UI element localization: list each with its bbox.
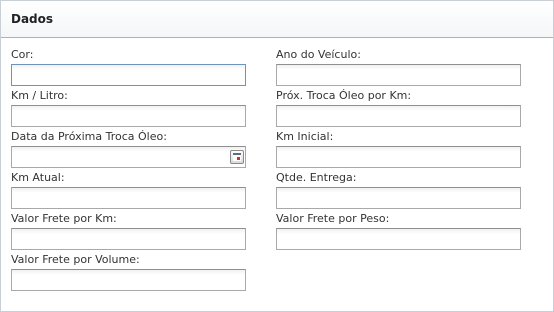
data-prox-troca-oleo-input[interactable] <box>11 146 246 168</box>
ano-veiculo-label: Ano do Veículo: <box>276 48 361 61</box>
valor-frete-peso-input[interactable] <box>276 228 521 250</box>
valor-frete-volume-label: Valor Frete por Volume: <box>11 253 140 266</box>
km-litro-input[interactable] <box>11 105 246 127</box>
panel-header: Dados <box>1 1 553 38</box>
qtde-entrega-label: Qtde. Entrega: <box>276 171 357 184</box>
panel-title: Dados <box>11 12 54 26</box>
qtde-entrega-input[interactable] <box>276 187 521 209</box>
prox-troca-oleo-km-input[interactable] <box>276 105 521 127</box>
km-inicial-label: Km Inicial: <box>276 130 334 143</box>
dados-panel: Dados Cor: Km / Litro: Data da Próxima T… <box>0 0 554 312</box>
km-litro-label: Km / Litro: <box>11 89 68 102</box>
prox-troca-oleo-km-label: Próx. Troca Óleo por Km: <box>276 89 412 102</box>
km-inicial-input[interactable] <box>276 146 521 168</box>
ano-veiculo-input[interactable] <box>276 64 521 86</box>
data-prox-troca-oleo-label: Data da Próxima Troca Óleo: <box>11 130 167 143</box>
calendar-icon[interactable] <box>230 150 244 164</box>
cor-input[interactable] <box>11 64 246 86</box>
km-atual-input[interactable] <box>11 187 246 209</box>
km-atual-label: Km Atual: <box>11 171 65 184</box>
cor-label: Cor: <box>11 48 34 61</box>
valor-frete-km-input[interactable] <box>11 228 246 250</box>
valor-frete-km-label: Valor Frete por Km: <box>11 212 117 225</box>
valor-frete-peso-label: Valor Frete por Peso: <box>276 212 390 225</box>
valor-frete-volume-input[interactable] <box>11 269 246 291</box>
